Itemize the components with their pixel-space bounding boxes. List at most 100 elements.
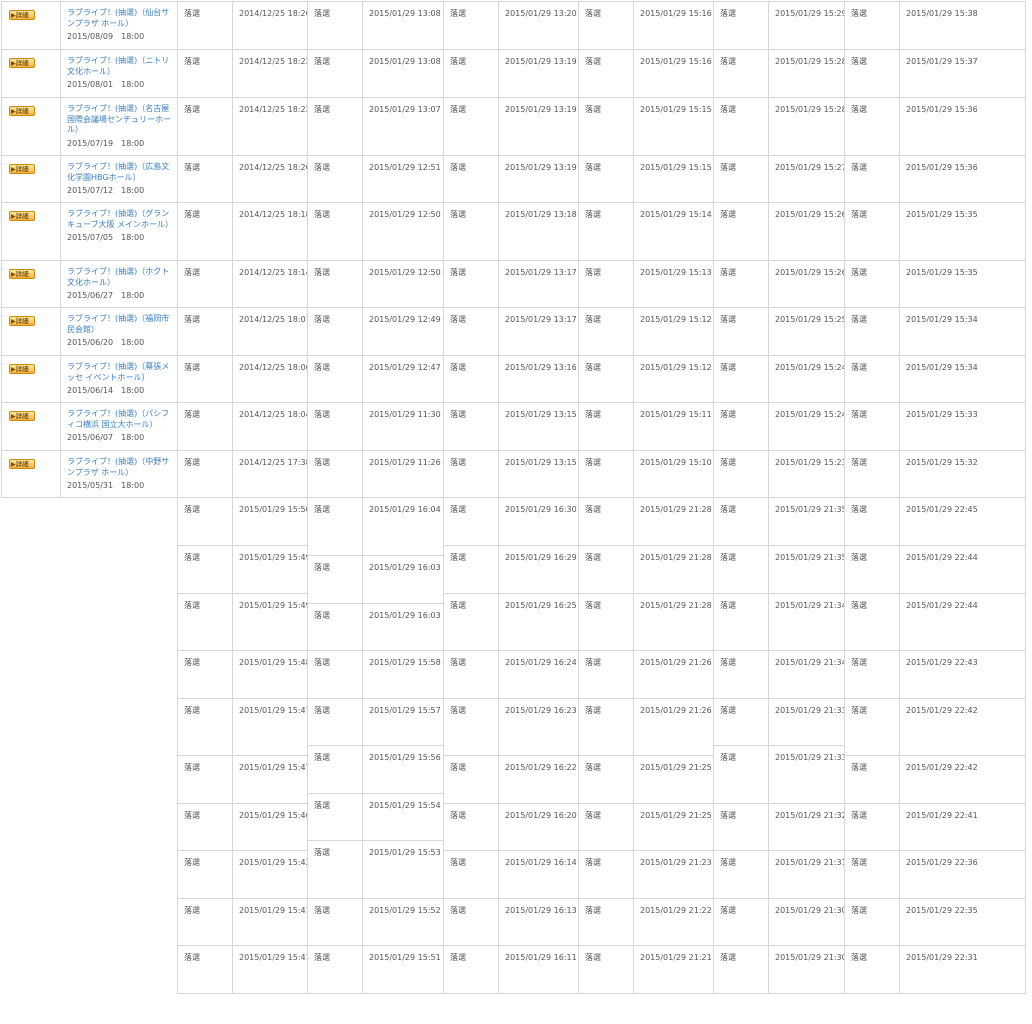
detail-cell: ▶詳細 [1, 155, 61, 203]
detail-button[interactable]: ▶詳細 [9, 269, 35, 279]
result-status: 落選 [578, 355, 634, 403]
event-title-link[interactable]: ラブライブ！(抽選)（ホクト文化ホール） [67, 267, 171, 288]
result-timestamp: 2014/12/25 18:26 [232, 1, 308, 50]
result-timestamp: 2015/01/29 15:28 [768, 49, 845, 98]
result-status: 落選 [844, 49, 900, 98]
result-status: 落選 [844, 307, 900, 356]
result-timestamp: 2014/12/25 18:04 [232, 402, 308, 451]
result-status: 落選 [578, 202, 634, 261]
result-timestamp: 2014/12/25 18:07 [232, 307, 308, 356]
result-timestamp: 2015/01/29 15:54 [362, 793, 444, 841]
result-status: 落選 [177, 755, 233, 804]
detail-button[interactable]: ▶詳細 [9, 364, 35, 374]
result-status: 落選 [713, 650, 769, 699]
result-timestamp: 2015/01/29 11:26 [362, 450, 444, 498]
detail-button[interactable]: ▶詳細 [9, 211, 35, 221]
result-timestamp: 2015/01/29 15:28 [768, 97, 845, 156]
event-cell: ラブライブ！(抽選)（広島文化学園HBGホール） 2015/07/12 18:00 [60, 155, 178, 203]
result-timestamp: 2015/01/29 16:04 [362, 497, 444, 556]
result-timestamp: 2015/01/29 15:58 [362, 650, 444, 699]
result-status: 落選 [177, 545, 233, 594]
result-timestamp: 2015/01/29 13:19 [498, 49, 579, 98]
event-cell: ラブライブ！(抽選)（グランキューブ大阪 メインホール） 2015/07/05 1… [60, 202, 178, 261]
result-status: 落選 [177, 898, 233, 946]
detail-button[interactable]: ▶詳細 [9, 10, 35, 20]
result-timestamp: 2015/01/29 15:51 [362, 945, 444, 994]
result-timestamp: 2015/01/29 15:10 [633, 450, 714, 498]
result-timestamp: 2015/01/29 15:15 [633, 97, 714, 156]
result-timestamp: 2014/12/25 18:23 [232, 49, 308, 98]
result-timestamp: 2015/01/29 22:31 [899, 945, 1026, 994]
detail-button-label: 詳細 [15, 165, 29, 173]
result-timestamp: 2015/01/29 16:20 [498, 803, 579, 851]
result-status: 落選 [307, 555, 363, 604]
result-timestamp: 2015/01/29 12:47 [362, 355, 444, 403]
result-timestamp: 2015/01/29 21:28 [633, 545, 714, 594]
event-title-link[interactable]: ラブライブ！(抽選)（ニトリ文化ホール） [67, 56, 171, 77]
result-status: 落選 [578, 402, 634, 451]
result-status: 落選 [177, 49, 233, 98]
result-timestamp: 2015/01/29 15:25 [768, 307, 845, 356]
result-status: 落選 [844, 650, 900, 699]
result-timestamp: 2015/01/29 15:36 [899, 155, 1026, 203]
result-status: 落選 [713, 202, 769, 261]
result-timestamp: 2015/01/29 22:44 [899, 593, 1026, 651]
result-status: 落選 [307, 793, 363, 841]
result-timestamp: 2015/01/29 15:48 [232, 650, 308, 699]
result-timestamp: 2015/01/29 15:41 [232, 945, 308, 994]
result-status: 落選 [307, 307, 363, 356]
event-title-link[interactable]: ラブライブ！(抽選)（名古屋国際会議場センチュリーホール） [67, 104, 171, 136]
result-timestamp: 2015/01/29 15:35 [899, 202, 1026, 261]
result-status: 落選 [443, 402, 499, 451]
detail-button[interactable]: ▶詳細 [9, 459, 35, 469]
result-status: 落選 [578, 307, 634, 356]
result-status: 落選 [844, 803, 900, 851]
event-title-link[interactable]: ラブライブ！(抽選)（中野サンプラザ ホール） [67, 457, 171, 478]
result-timestamp: 2015/01/29 21:28 [633, 593, 714, 651]
result-timestamp: 2015/01/29 15:26 [768, 260, 845, 308]
result-timestamp: 2015/01/29 15:15 [633, 155, 714, 203]
detail-button-label: 詳細 [15, 460, 29, 468]
result-status: 落選 [844, 593, 900, 651]
result-timestamp: 2015/01/29 12:50 [362, 202, 444, 261]
result-status: 落選 [307, 1, 363, 50]
detail-button[interactable]: ▶詳細 [9, 58, 35, 68]
detail-button[interactable]: ▶詳細 [9, 411, 35, 421]
event-title-link[interactable]: ラブライブ！(抽選)（幕張メッセ イベントホール） [67, 362, 171, 383]
result-status: 落選 [443, 355, 499, 403]
result-status: 落選 [443, 593, 499, 651]
result-timestamp: 2015/01/29 15:12 [633, 355, 714, 403]
result-status: 落選 [177, 202, 233, 261]
detail-button[interactable]: ▶詳細 [9, 316, 35, 326]
detail-button[interactable]: ▶詳細 [9, 106, 35, 116]
result-status: 落選 [578, 97, 634, 156]
detail-button[interactable]: ▶詳細 [9, 164, 35, 174]
event-title-link[interactable]: ラブライブ！(抽選)（福岡市民会館） [67, 314, 171, 335]
result-status: 落選 [844, 698, 900, 756]
result-timestamp: 2015/01/29 12:51 [362, 155, 444, 203]
result-timestamp: 2015/01/29 15:37 [899, 49, 1026, 98]
result-timestamp: 2015/01/29 22:43 [899, 650, 1026, 699]
result-timestamp: 2015/01/29 21:34 [768, 650, 845, 699]
event-title-link[interactable]: ラブライブ！(抽選)（広島文化学園HBGホール） [67, 162, 171, 183]
result-status: 落選 [713, 593, 769, 651]
result-status: 落選 [307, 260, 363, 308]
result-status: 落選 [844, 402, 900, 451]
result-status: 落選 [578, 593, 634, 651]
result-timestamp: 2015/01/29 15:29 [768, 1, 845, 50]
result-timestamp: 2015/01/29 13:08 [362, 1, 444, 50]
detail-button-label: 詳細 [15, 107, 29, 115]
detail-button-label: 詳細 [15, 212, 29, 220]
event-title-link[interactable]: ラブライブ！(抽選)（パシフィコ横浜 国立大ホール） [67, 409, 171, 430]
result-timestamp: 2015/01/29 22:42 [899, 755, 1026, 804]
result-timestamp: 2015/01/29 15:36 [899, 97, 1026, 156]
event-title-link[interactable]: ラブライブ！(抽選)（仙台サンプラザ ホール） [67, 8, 171, 29]
performance-date: 2015/07/05 18:00 [67, 233, 145, 242]
result-status: 落選 [578, 545, 634, 594]
result-status: 落選 [177, 593, 233, 651]
event-title-link[interactable]: ラブライブ！(抽選)（グランキューブ大阪 メインホール） [67, 209, 173, 230]
result-status: 落選 [177, 803, 233, 851]
result-status: 落選 [713, 698, 769, 746]
result-status: 落選 [443, 698, 499, 756]
result-status: 落選 [307, 698, 363, 746]
